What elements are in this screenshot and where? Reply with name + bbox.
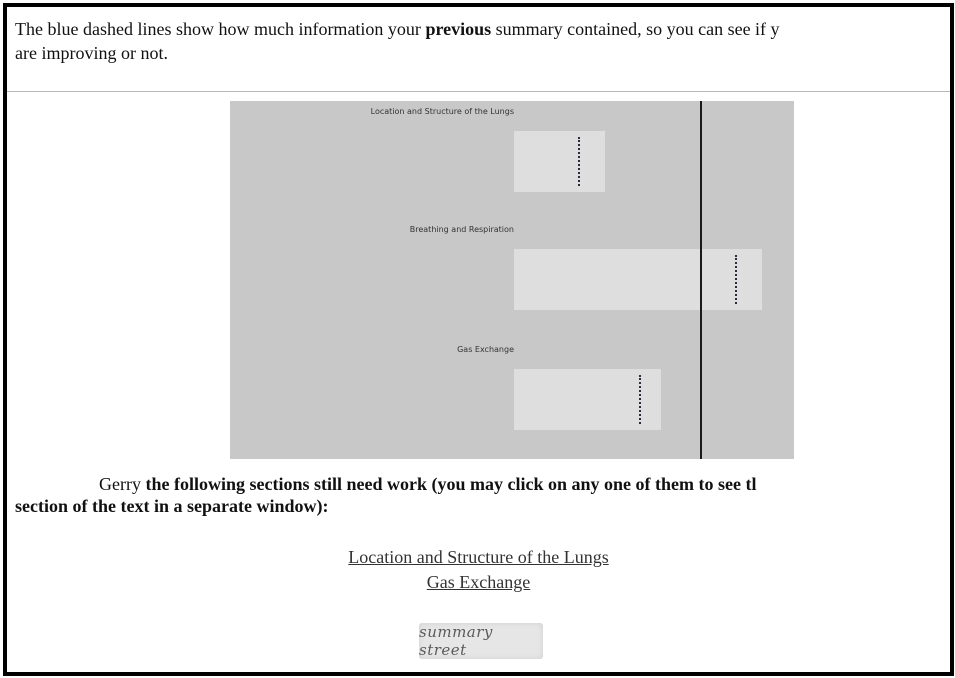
category-label-gas-exchange: Gas Exchange (457, 345, 514, 354)
intro-line-1-start: The blue dashed lines show how much info… (15, 19, 426, 39)
category-label-location-and-structure-of-the-lungs: Location and Structure of the Lungs (370, 107, 514, 116)
link-location-and-structure[interactable]: Location and Structure of the Lungs (7, 545, 950, 570)
section-links: Location and Structure of the Lungs Gas … (7, 545, 950, 595)
intro-line-1-bold: previous (425, 19, 492, 39)
needs-work-text: Gerry the following sections still need … (15, 473, 950, 517)
divider (7, 91, 950, 92)
target-line (700, 101, 703, 459)
summary-street-logo: summary street (419, 623, 543, 659)
intro-line-1: The blue dashed lines show how much info… (15, 17, 950, 41)
needs-work-line-2: section of the text in a separate window… (15, 496, 329, 516)
previous-marker-gas-exchange (638, 375, 641, 424)
progress-chart: Location and Structure of the Lungs Breat… (230, 101, 794, 459)
bar-breathing-and-respiration (514, 249, 762, 310)
category-label-breathing-and-respiration: Breathing and Respiration (409, 225, 514, 234)
previous-marker-breathing-and-respiration (735, 255, 738, 304)
logo-text: summary street (419, 623, 493, 659)
bar-location-and-structure-of-the-lungs (514, 131, 605, 192)
intro-text: The blue dashed lines show how much info… (15, 17, 950, 65)
previous-marker-location-and-structure-of-the-lungs (578, 137, 581, 186)
student-name: Gerry (99, 474, 141, 494)
link-gas-exchange[interactable]: Gas Exchange (7, 570, 950, 595)
intro-line-1-end: summary contained, so you can see if y (491, 19, 780, 39)
intro-line-2: are improving or not. (15, 43, 168, 63)
needs-work-line-1: Gerry the following sections still need … (15, 473, 950, 495)
needs-work-line-1-rest: the following sections still need work (… (140, 474, 757, 494)
page-frame: The blue dashed lines show how much info… (3, 3, 954, 676)
